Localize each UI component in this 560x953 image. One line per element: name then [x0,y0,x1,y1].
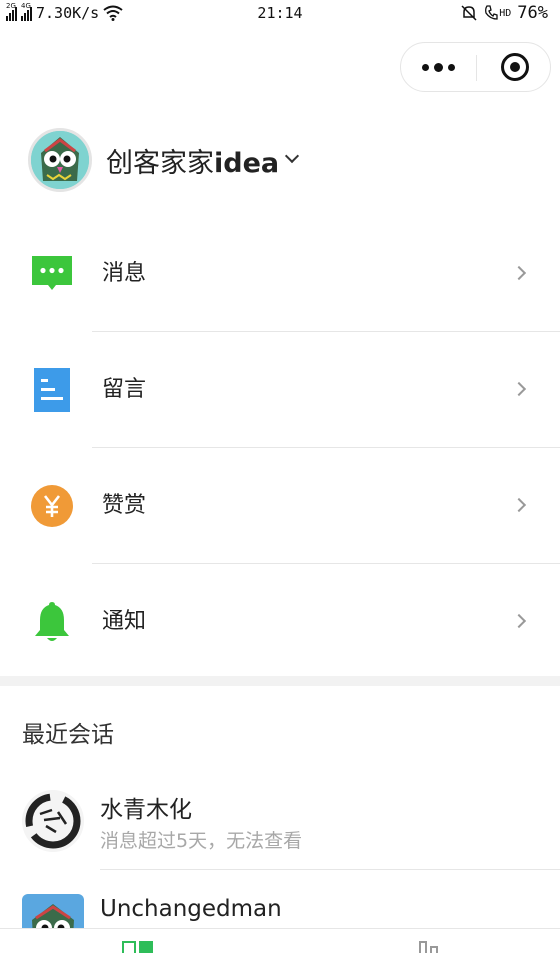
account-switcher[interactable]: 创客家家idea [28,128,300,192]
account-name: 创客家家idea [106,141,279,180]
chevron-right-icon [511,497,527,513]
section-separator [0,676,560,686]
conversation-name: 水青木化 [100,797,192,823]
recent-conversations-title: 最近会话 [22,722,114,748]
chevron-right-icon [511,381,527,397]
menu-item-label: 消息 [102,261,147,286]
status-bar: 2G 4G 7.30K/s 21:14 HD 76% [0,0,560,30]
conversation-name: Unchangedman [100,896,282,922]
menu-item-notifications[interactable]: 通知 [0,564,560,680]
account-name-cjk: 创客家家 [106,147,214,179]
menu-item-rewards[interactable]: 赞赏 [0,448,560,564]
status-right: HD 76% [460,3,548,23]
menu-list: 消息 留言 赞赏 通知 [0,216,560,680]
chevron-right-icon [511,613,527,629]
chevron-down-icon [285,148,300,164]
message-icon [32,256,72,290]
chevron-right-icon [511,265,527,281]
menu-item-label: 通知 [102,609,147,634]
tab-stats-icon[interactable] [419,941,438,953]
target-close-icon[interactable] [477,43,552,91]
menu-item-messages[interactable]: 消息 [0,216,560,332]
menu-item-comments[interactable]: 留言 [0,332,560,448]
menu-item-label: 赞赏 [102,493,147,518]
bottom-tab-bar [0,928,560,953]
comment-doc-icon [34,368,70,412]
battery-level: 76% [517,3,548,23]
hd-call-icon: HD [484,5,511,21]
owl-avatar-icon [31,131,89,189]
divider [100,869,560,870]
hd-label: HD [499,7,512,19]
menu-item-label: 留言 [102,377,147,402]
ink-avatar-icon [22,790,84,852]
bell-icon [35,602,69,641]
account-avatar [28,128,92,192]
yen-coin-icon [31,485,73,527]
avatar [22,790,84,852]
miniprogram-capsule [400,42,551,92]
conversation-item[interactable]: 水青木化 消息超过5天，无法查看 [0,774,560,870]
more-dots-icon[interactable] [401,43,476,91]
conversation-subtitle: 消息超过5天，无法查看 [100,830,303,852]
account-name-latin: idea [214,147,280,179]
tab-home-icon[interactable] [122,941,153,953]
bell-muted-icon [461,5,477,21]
